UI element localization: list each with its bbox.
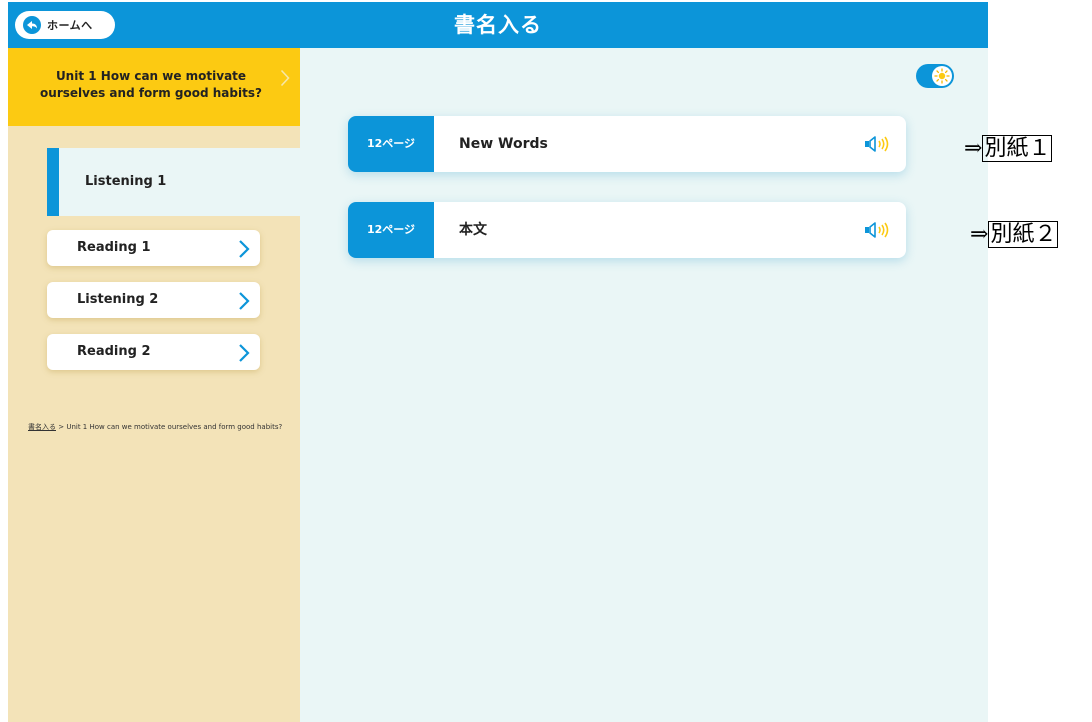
speaker-icon[interactable] xyxy=(864,135,892,157)
sidebar: Unit 1 How can we motivate ourselves and… xyxy=(8,48,300,722)
top-bar: ホームへ 書名入る xyxy=(8,2,988,48)
annotation-1: ⇒別紙１ xyxy=(964,130,1053,162)
chevron-right-icon xyxy=(238,342,250,378)
unit-header[interactable]: Unit 1 How can we motivate ourselves and… xyxy=(8,48,300,126)
unit-title: Unit 1 How can we motivate ourselves and… xyxy=(40,69,262,100)
card-page-number: 12ページ xyxy=(348,116,434,172)
theme-toggle[interactable] xyxy=(916,64,954,88)
audio-card-new-words[interactable]: 12ページ New Words xyxy=(348,116,906,172)
speaker-icon[interactable] xyxy=(864,221,892,243)
annotation-label: 別紙１ xyxy=(982,135,1053,162)
breadcrumb: 書名入る > Unit 1 How can we motivate oursel… xyxy=(28,422,282,432)
breadcrumb-link-book[interactable]: 書名入る xyxy=(28,423,56,431)
page-title: 書名入る xyxy=(454,13,542,37)
sidebar-item-listening-1[interactable]: Listening 1 xyxy=(47,148,300,216)
sidebar-item-listening-2[interactable]: Listening 2 xyxy=(47,282,260,318)
chevron-right-icon xyxy=(280,69,290,91)
audio-card-main-text[interactable]: 12ページ 本文 xyxy=(348,202,906,258)
breadcrumb-current: Unit 1 How can we motivate ourselves and… xyxy=(66,423,283,431)
card-label: New Words xyxy=(459,136,548,152)
card-page-number: 12ページ xyxy=(348,202,434,258)
chevron-right-icon xyxy=(238,238,250,274)
annotation-arrow: ⇒ xyxy=(964,136,983,161)
sidebar-item-label: Reading 1 xyxy=(77,240,151,255)
breadcrumb-separator: > xyxy=(56,423,67,431)
annotation-label: 別紙２ xyxy=(988,221,1059,248)
sidebar-item-label: Listening 2 xyxy=(77,292,159,307)
chevron-right-icon xyxy=(238,290,250,326)
card-label: 本文 xyxy=(459,222,487,238)
toggle-knob xyxy=(932,66,952,86)
annotation-arrow: ⇒ xyxy=(970,222,989,247)
sidebar-item-label: Reading 2 xyxy=(77,344,151,359)
annotation-2: ⇒別紙２ xyxy=(970,216,1059,248)
sidebar-item-reading-2[interactable]: Reading 2 xyxy=(47,334,260,370)
main-content: 12ページ New Words 12ページ 本文 xyxy=(300,48,988,722)
app-window: ホームへ 書名入る Unit 1 How can we motivate our… xyxy=(8,2,988,722)
sidebar-item-reading-1[interactable]: Reading 1 xyxy=(47,230,260,266)
